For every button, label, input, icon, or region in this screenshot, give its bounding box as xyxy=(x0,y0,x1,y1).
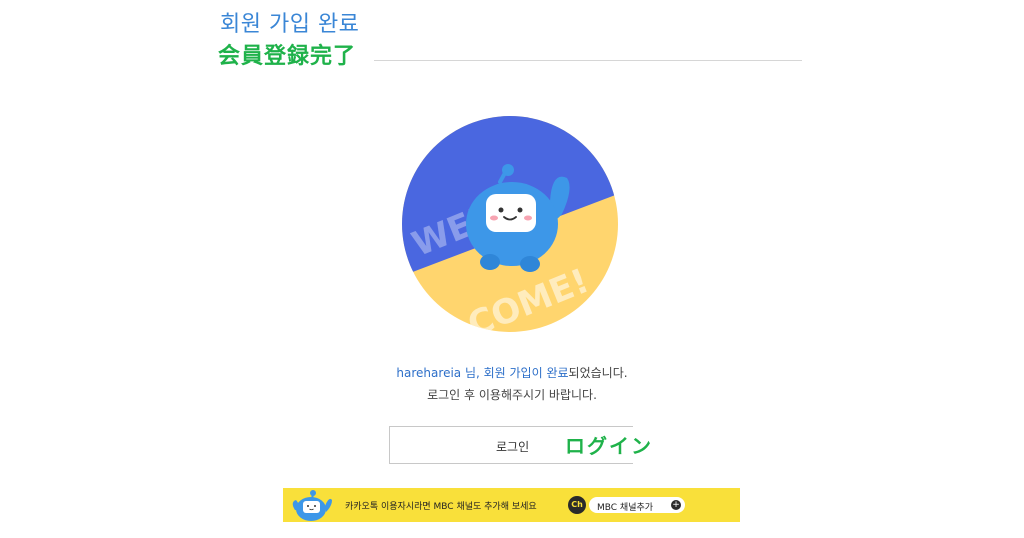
page-title-korean: 회원 가입 완료 xyxy=(220,12,360,37)
username: harehareia xyxy=(396,366,462,380)
message-mid: 님, xyxy=(461,366,484,380)
kakao-channel-icon: Ch xyxy=(568,496,586,514)
signup-complete-message: harehareia 님, 회원 가입이 완료되었습니다. xyxy=(0,364,1024,381)
add-mbc-channel-button[interactable]: MBC 채널추가 + xyxy=(589,497,685,513)
banner-text: 카카오톡 이용자시라면 MBC 채널도 추가해 보세요 xyxy=(345,502,537,512)
page-title-japanese-annotation: 会員登録完了 xyxy=(218,44,357,69)
plus-icon: + xyxy=(671,500,681,510)
message-highlight: 회원 가입이 완료 xyxy=(483,366,569,380)
mascot-icon xyxy=(292,490,332,521)
welcome-image: WEL— COME! xyxy=(402,116,618,332)
login-japanese-annotation: ログイン xyxy=(565,434,653,458)
title-divider xyxy=(374,60,802,61)
login-button-label: 로그인 xyxy=(496,440,530,454)
login-instruction-message: 로그인 후 이용해주시기 바랍니다. xyxy=(427,388,597,402)
message-end: 되었습니다. xyxy=(568,366,628,380)
add-channel-label: MBC 채널추가 xyxy=(597,503,654,513)
kakao-channel-banner[interactable]: 카카오톡 이용자시라면 MBC 채널도 추가해 보세요 Ch MBC 채널추가 … xyxy=(283,488,740,522)
